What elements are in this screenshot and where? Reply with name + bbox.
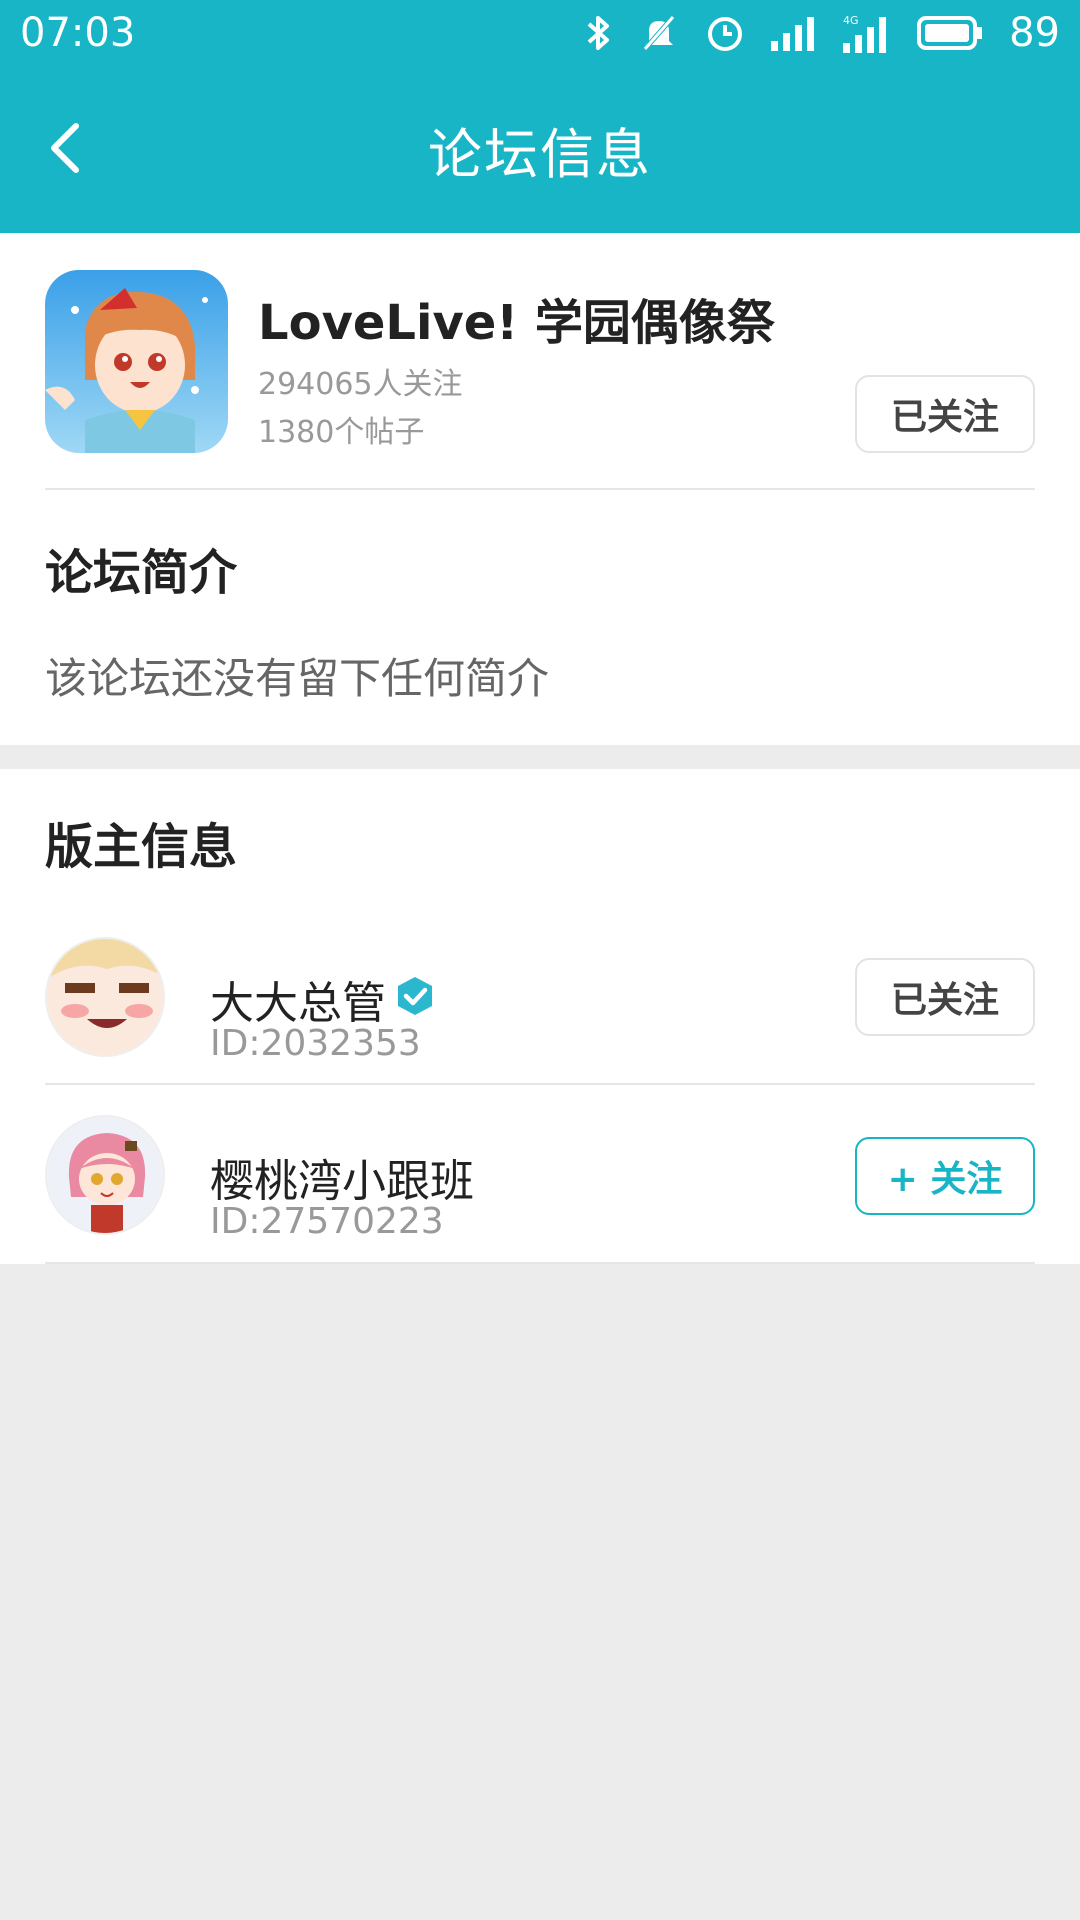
moderator-name[interactable]: 大大总管 [210, 967, 386, 1031]
alarm-icon [708, 17, 743, 51]
intro-section-title: 论坛简介 [45, 545, 238, 601]
moderator-info-card: 版主信息 大大总管 ID:2032353 已关注 樱桃湾小跟班 ID:27570… [0, 769, 1080, 1264]
moderator-section-title: 版主信息 [45, 819, 238, 875]
mute-icon [643, 15, 675, 51]
nav-bar: 论坛信息 [0, 66, 1080, 233]
status-time: 07:03 [20, 10, 136, 56]
verified-badge-icon [398, 977, 432, 1015]
app-header: 07:03 4G 89 论坛信息 [0, 0, 1080, 233]
forum-followed-button[interactable]: 已关注 [855, 375, 1035, 453]
status-icons: 4G 89 [585, 6, 1060, 60]
battery-icon [917, 16, 983, 50]
forum-post-count: 1380个帖子 [258, 415, 425, 450]
svg-text:4G: 4G [843, 14, 859, 27]
moderator-id: ID:27570223 [210, 1201, 444, 1242]
page-title: 论坛信息 [428, 123, 652, 186]
status-bar: 07:03 4G 89 [0, 0, 1080, 66]
4g-signal-icon: 4G [843, 14, 887, 53]
divider [45, 488, 1035, 490]
forum-info-card: LoveLive! 学园偶像祭 294065人关注 1380个帖子 已关注 论坛… [0, 233, 1080, 745]
moderator-follow-button[interactable]: + 关注 [855, 1137, 1035, 1215]
divider [45, 1083, 1035, 1085]
moderator-name[interactable]: 樱桃湾小跟班 [210, 1145, 474, 1209]
moderator-id: ID:2032353 [210, 1023, 421, 1064]
moderator-followed-button[interactable]: 已关注 [855, 958, 1035, 1036]
signal-icon [771, 17, 815, 51]
divider [45, 1262, 1035, 1264]
forum-follower-count: 294065人关注 [258, 367, 463, 402]
bluetooth-icon [587, 16, 610, 50]
intro-text: 该论坛还没有留下任何简介 [45, 654, 550, 703]
avatar[interactable] [45, 1115, 165, 1235]
forum-logo [45, 270, 228, 453]
battery-level: 89 [1009, 10, 1060, 56]
avatar[interactable] [45, 937, 165, 1057]
forum-name: LoveLive! 学园偶像祭 [258, 295, 775, 351]
